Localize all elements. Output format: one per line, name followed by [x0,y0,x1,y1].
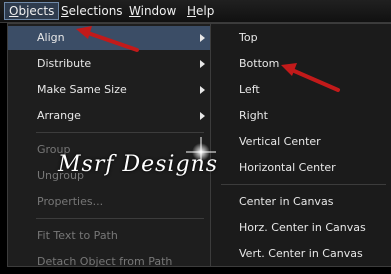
menu-item-properties[interactable]: Properties... [8,190,211,214]
menu-window[interactable]: Window [125,3,180,19]
menu-selections[interactable]: Selections [57,3,127,19]
red-pointer-arrow-icon [281,63,340,92]
menu-separator [221,184,386,185]
submenu-item-vertical-center[interactable]: Vertical Center [211,130,391,154]
submenu-item-horz-center-in-canvas[interactable]: Horz. Center in Canvas [211,216,391,240]
menu-separator [36,218,204,219]
submenu-arrow-icon [200,112,205,120]
menu-item-arrange[interactable]: Arrange [8,104,211,128]
submenu-arrow-icon [200,60,205,68]
sparkle-icon [186,137,216,167]
submenu-arrow-icon [200,86,205,94]
red-pointer-arrow-icon [76,26,139,52]
submenu-item-vert-center-in-canvas[interactable]: Vert. Center in Canvas [211,242,391,266]
submenu-item-center-in-canvas[interactable]: Center in Canvas [211,190,391,214]
menu-item-distribute[interactable]: Distribute [8,52,211,76]
submenu-item-top[interactable]: Top [211,26,391,50]
menu-item-make-same-size[interactable]: Make Same Size [8,78,211,102]
menu-help[interactable]: Help [183,3,218,19]
menu-item-fit-text-to-path[interactable]: Fit Text to Path [8,224,211,248]
objects-dropdown-menu: Align Distribute Make Same Size Arrange … [7,23,212,268]
menu-bar: Objects Selections Window Help [0,0,391,23]
menu-objects[interactable]: Objects [4,2,60,20]
submenu-arrow-icon [200,34,205,42]
submenu-item-right[interactable]: Right [211,104,391,128]
submenu-item-horizontal-center[interactable]: Horizontal Center [211,156,391,180]
menu-separator [36,132,204,133]
menu-item-detach-object-from-path[interactable]: Detach Object from Path [8,250,211,274]
